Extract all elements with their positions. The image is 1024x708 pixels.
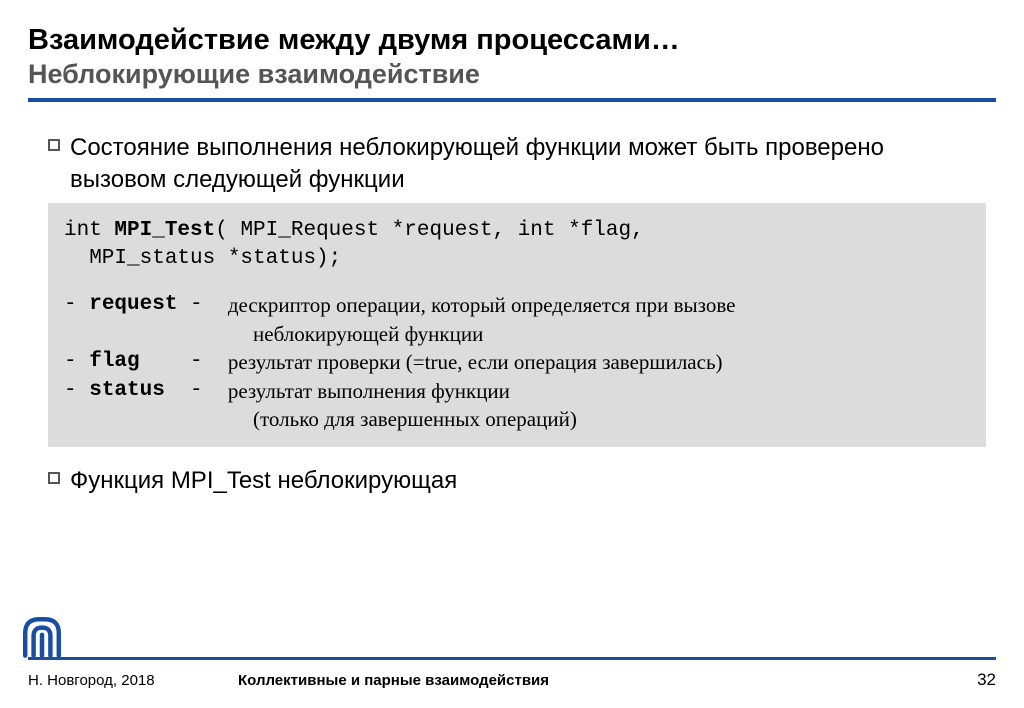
title-main: Взаимодействие между двумя процессами… [28,22,996,58]
param-key: - status - [64,377,228,405]
param-indent [64,405,253,433]
bullet-square-icon [48,139,60,151]
footer: Н. Новгород, 2018 Коллективные и парные … [28,657,996,690]
sig-fn: MPI_Test [114,219,215,242]
param-desc-cont: (только для завершенных операций) [253,405,577,433]
footer-page-number: 32 [977,670,996,690]
param-key: - request - [64,291,228,319]
param-row: - flag - результат проверки (=true, если… [64,348,970,376]
param-indent [64,320,253,348]
slide: Взаимодействие между двумя процессами… Н… [0,0,1024,708]
param-row: - request - дескриптор операции, который… [64,291,970,319]
bullet-intro-text: Состояние выполнения неблокирующей функц… [70,132,986,197]
footer-row: Н. Новгород, 2018 Коллективные и парные … [28,670,996,690]
bullet-outro-text: Функция MPI_Test неблокирующая [70,465,457,497]
sig-rest1: ( MPI_Request *request, int *flag, [215,219,643,242]
footer-divider [28,657,996,660]
param-desc: результат проверки (=true, если операция… [228,348,723,376]
param-row-cont: неблокирующей функции [64,320,970,348]
bullet-outro: Функция MPI_Test неблокирующая [48,465,986,497]
title-divider [28,98,996,102]
title-subtitle: Неблокирующие взаимодействие [28,58,996,92]
param-row: - status - результат выполнения функции [64,377,970,405]
param-key: - flag - [64,348,228,376]
footer-center: Коллективные и парные взаимодействия [238,672,977,689]
param-row-cont: (только для завершенных операций) [64,405,970,433]
code-signature: int MPI_Test( MPI_Request *request, int … [64,217,970,274]
param-desc: результат выполнения функции [228,377,510,405]
footer-left: Н. Новгород, 2018 [28,672,238,689]
param-desc-cont: неблокирующей функции [253,320,483,348]
bullet-square-icon [48,472,60,484]
sig-pre: int [64,219,114,242]
sig-rest2: MPI_status *status); [64,247,341,270]
bullet-intro: Состояние выполнения неблокирующей функц… [48,132,986,197]
content-area: Состояние выполнения неблокирующей функц… [28,110,996,498]
title-block: Взаимодействие между двумя процессами… Н… [28,22,996,102]
university-logo-icon [14,608,70,664]
param-desc: дескриптор операции, который определяетс… [228,291,736,319]
code-box: int MPI_Test( MPI_Request *request, int … [48,203,986,447]
